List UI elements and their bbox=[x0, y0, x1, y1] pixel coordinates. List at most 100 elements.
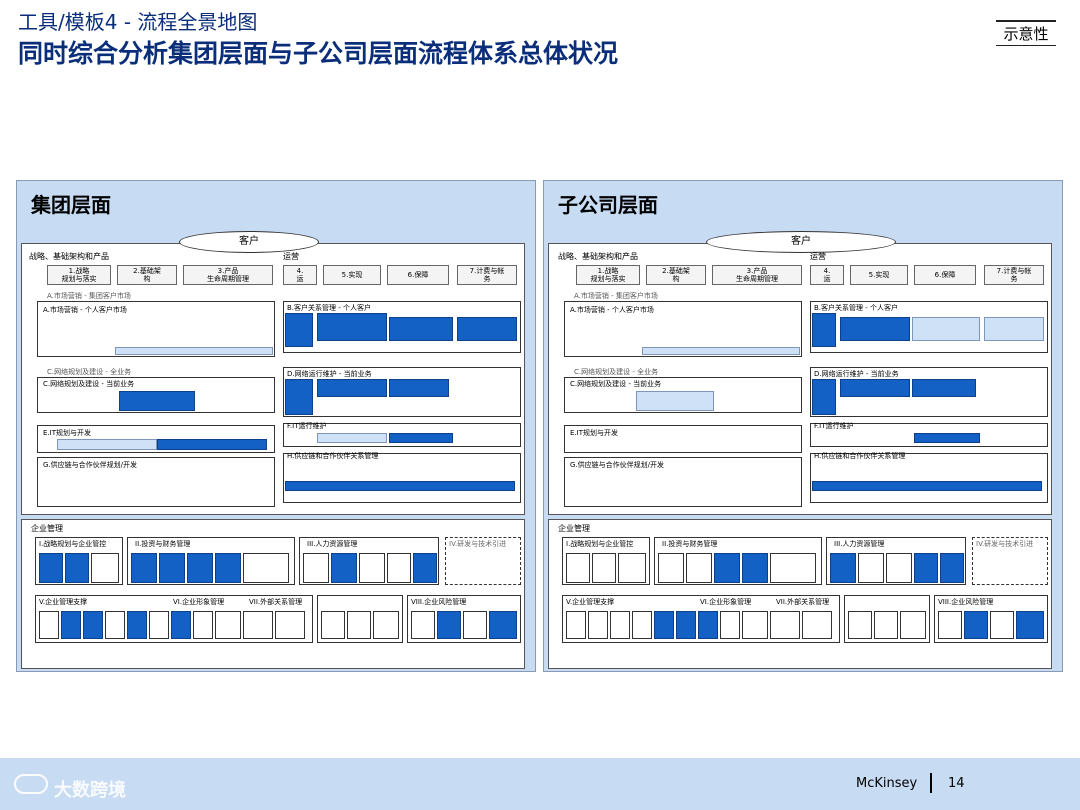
network-current-label: C.网络规划及建设 - 当前业务 bbox=[570, 380, 662, 388]
ops-h-label: H.供应链和合作伙伴关系管理 bbox=[287, 452, 379, 460]
network-all-label: C.网络规划及建设 - 全业务 bbox=[574, 368, 659, 376]
ent-ii-label: II.投资与财务管理 bbox=[135, 540, 191, 548]
it-dev-block bbox=[157, 439, 267, 450]
footer-bar bbox=[0, 758, 1080, 810]
ent-ii-cell-5 bbox=[243, 553, 289, 583]
ent-vii-cell-3 bbox=[275, 611, 305, 639]
ent-v-cell-4 bbox=[632, 611, 652, 639]
supply-label: G.供应链与合作伙伴规划/开发 bbox=[570, 461, 665, 469]
network-design-block bbox=[119, 391, 195, 411]
ent-iii-label: III.人力资源管理 bbox=[834, 540, 885, 548]
ops-col-7: 7.计费与帐 务 bbox=[984, 265, 1044, 285]
ent-viii-cell-3 bbox=[990, 611, 1014, 639]
ent-viii-cell-1 bbox=[411, 611, 435, 639]
ent-vii-cell-1 bbox=[742, 611, 768, 639]
ops-d-block-1 bbox=[812, 379, 836, 415]
ops-f-block-2 bbox=[914, 433, 980, 443]
group-level-panel: 集团层面 客户 战略、基础架构和产品 1.战略 规划与落实 2.基础架 构 3.… bbox=[16, 180, 536, 672]
ops-h-block bbox=[812, 481, 1042, 491]
ent-iii-cell-2 bbox=[331, 553, 357, 583]
ops-col-6: 6.保障 bbox=[387, 265, 449, 285]
ent-ii-cell-3 bbox=[714, 553, 740, 583]
ops-title: 运营 bbox=[810, 252, 826, 261]
ent-iii-cell-3 bbox=[359, 553, 385, 583]
ent-i-cell-1 bbox=[39, 553, 63, 583]
watermark-logo-icon bbox=[14, 774, 48, 794]
ops-b-block-2 bbox=[840, 317, 910, 341]
ent-viii-cell-2 bbox=[964, 611, 988, 639]
ent-v-cell-5 bbox=[127, 611, 147, 639]
enterprise-title: 企业管理 bbox=[558, 524, 590, 533]
ent-vi-cell-1 bbox=[171, 611, 191, 639]
it-label: E.IT规划与开发 bbox=[43, 429, 91, 437]
ent-vi-cell-2 bbox=[720, 611, 740, 639]
ops-col-5: 5.实现 bbox=[850, 265, 908, 285]
footer-divider bbox=[930, 773, 932, 793]
ent-viii-label: VIII.企业风险管理 bbox=[411, 598, 467, 606]
market-bar bbox=[115, 347, 273, 355]
ent-vi-label: VI.企业形象管理 bbox=[173, 598, 225, 606]
ops-col-4: 4. 运 bbox=[810, 265, 844, 285]
network-all-label: C.网络规划及建设 - 全业务 bbox=[47, 368, 132, 376]
ops-b-block-1 bbox=[285, 313, 313, 347]
ops-f-label: F.IT运行维护 bbox=[814, 422, 854, 430]
page-number: 14 bbox=[948, 776, 965, 791]
ent-i-cell-3 bbox=[91, 553, 119, 583]
ent-iv-label: IV.研发与技术引进 bbox=[976, 540, 1034, 548]
ent-ii-cell-3 bbox=[187, 553, 213, 583]
ent-i-cell-3 bbox=[618, 553, 646, 583]
it-plan-block bbox=[57, 439, 157, 450]
strategy-col-1: 1.战略 规划与落实 bbox=[47, 265, 111, 285]
ent-vii-cell-4 bbox=[848, 611, 872, 639]
ent-v-cell-1 bbox=[39, 611, 59, 639]
ent-ii-cell-4 bbox=[215, 553, 241, 583]
ops-b-block-1 bbox=[812, 313, 836, 347]
ent-v-cell-3 bbox=[610, 611, 630, 639]
ops-d-block-3 bbox=[389, 379, 449, 397]
market-personal-label: A.市场营销 - 个人客户市场 bbox=[43, 306, 127, 314]
ent-iii-cell-3 bbox=[886, 553, 912, 583]
ent-vi-cell-1 bbox=[698, 611, 718, 639]
ops-b-block-2 bbox=[317, 313, 387, 341]
ent-iii-cell-5 bbox=[940, 553, 964, 583]
strategy-title: 战略、基础架构和产品 bbox=[29, 252, 109, 261]
ent-i-cell-2 bbox=[65, 553, 89, 583]
ops-h-block bbox=[285, 481, 515, 491]
ent-vii-label: VII.外部关系管理 bbox=[776, 598, 830, 606]
ops-d-label: D.网络运行维护 - 当前业务 bbox=[814, 370, 899, 378]
ent-v-cell-4 bbox=[105, 611, 125, 639]
ent-iii-cell-4 bbox=[914, 553, 938, 583]
ent-vii-cell-5 bbox=[347, 611, 371, 639]
supply-label: G.供应链与合作伙伴规划/开发 bbox=[43, 461, 138, 469]
ops-b-label: B.客户关系管理 - 个人客户 bbox=[287, 304, 372, 312]
ops-b-block-3 bbox=[912, 317, 980, 341]
strategy-col-2: 2.基础架 构 bbox=[117, 265, 177, 285]
ent-v-cell-2 bbox=[61, 611, 81, 639]
brand-label: McKinsey bbox=[856, 776, 918, 791]
ent-ii-cell-2 bbox=[686, 553, 712, 583]
ent-vii-cell-2 bbox=[770, 611, 800, 639]
ent-v-cell-1 bbox=[566, 611, 586, 639]
ent-v-cell-2 bbox=[588, 611, 608, 639]
ent-vii-cell-4 bbox=[321, 611, 345, 639]
ent-iv-label: IV.研发与技术引进 bbox=[449, 540, 507, 548]
ent-vii-cell-3 bbox=[802, 611, 832, 639]
ent-v-cell-6 bbox=[149, 611, 169, 639]
ops-col-4: 4. 运 bbox=[283, 265, 317, 285]
market-group-label: A.市场营销 - 集团客户市场 bbox=[574, 292, 658, 300]
ent-ii-cell-4 bbox=[742, 553, 768, 583]
ops-b-block-4 bbox=[984, 317, 1044, 341]
ops-col-5: 5.实现 bbox=[323, 265, 381, 285]
ops-title: 运营 bbox=[283, 252, 299, 261]
strategy-col-1: 1.战略 规划与落实 bbox=[576, 265, 640, 285]
ops-d-block-2 bbox=[840, 379, 910, 397]
ent-vi-label: VI.企业形象管理 bbox=[700, 598, 752, 606]
ops-d-block-2 bbox=[317, 379, 387, 397]
network-design-block bbox=[636, 391, 714, 411]
ent-ii-cell-2 bbox=[159, 553, 185, 583]
market-bar bbox=[642, 347, 800, 355]
network-current-label: C.网络规划及建设 - 当前业务 bbox=[43, 380, 135, 388]
ent-viii-cell-1 bbox=[938, 611, 962, 639]
strategy-title: 战略、基础架构和产品 bbox=[558, 252, 638, 261]
ops-f-block-1 bbox=[317, 433, 387, 443]
